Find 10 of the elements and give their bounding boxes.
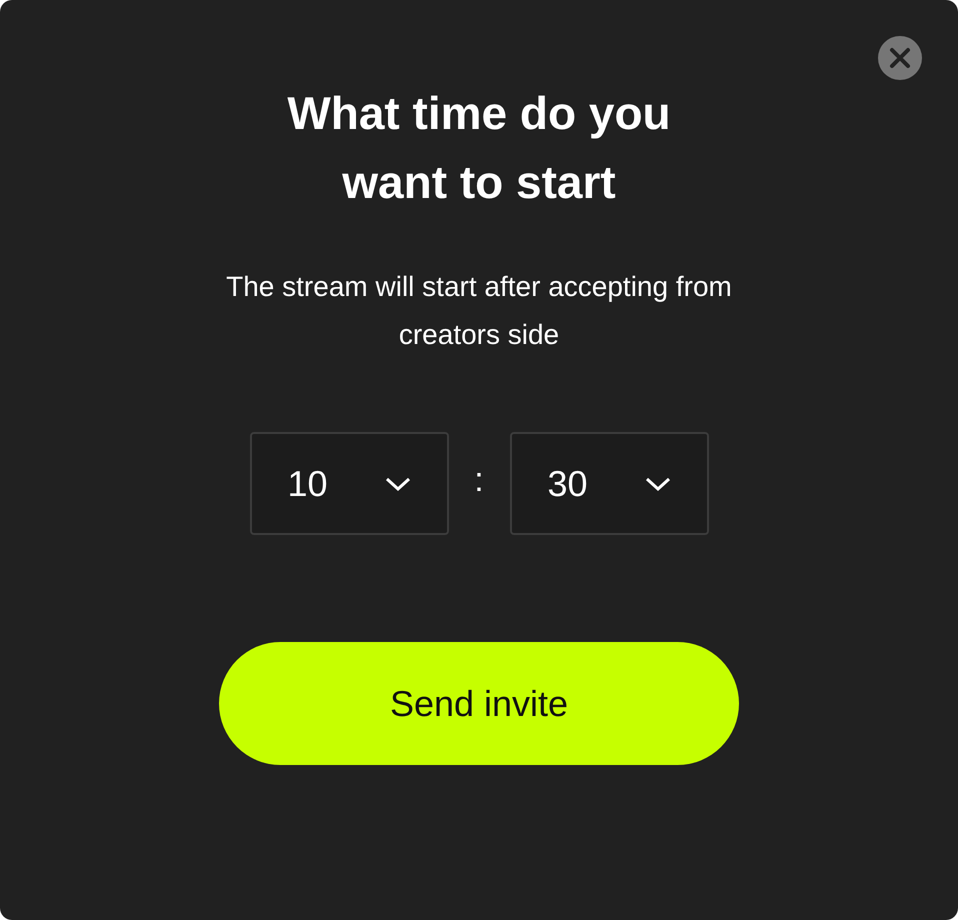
minute-dropdown[interactable]: 30 xyxy=(510,432,708,535)
send-invite-button[interactable]: Send invite xyxy=(219,642,739,765)
time-separator: : xyxy=(473,461,485,500)
chevron-down-icon xyxy=(644,476,670,492)
close-icon xyxy=(888,46,912,70)
chevron-down-icon xyxy=(384,476,410,492)
dialog-title: What time do you want to start xyxy=(286,86,672,210)
hour-dropdown[interactable]: 10 xyxy=(250,432,448,535)
dialog-subtitle: The stream will start after accepting from creators side xyxy=(225,270,733,352)
close-button[interactable] xyxy=(878,36,922,80)
